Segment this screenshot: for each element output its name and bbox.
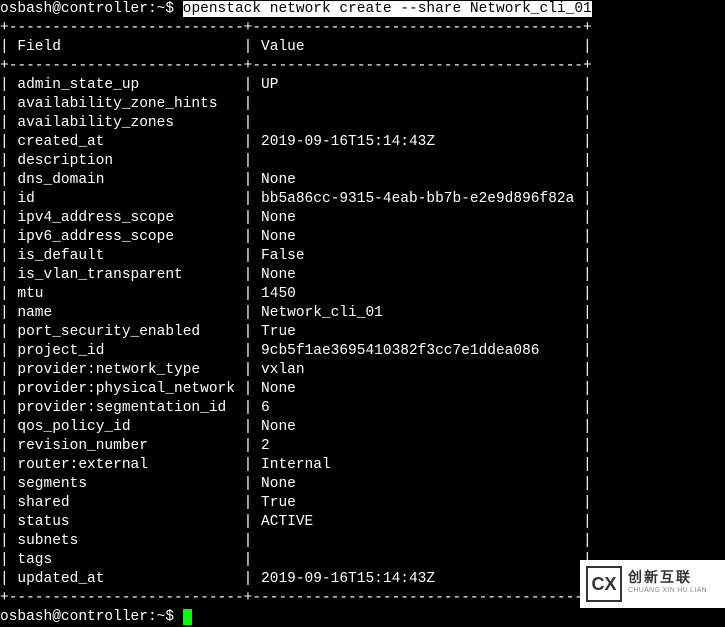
table-row: | id | bb5a86cc-9315-4eab-bb7b-e2e9d896f… xyxy=(0,190,725,209)
table-row: | ipv6_address_scope | None | xyxy=(0,228,725,247)
table-row: | availability_zone_hints | | xyxy=(0,95,725,114)
table-row: | provider:network_type | vxlan | xyxy=(0,361,725,380)
command-line-2[interactable]: osbash@controller:~$ xyxy=(0,608,725,627)
command-line-1: osbash@controller:~$ openstack network c… xyxy=(0,0,725,19)
table-row: | revision_number | 2 | xyxy=(0,437,725,456)
table-row: | created_at | 2019-09-16T15:14:43Z | xyxy=(0,133,725,152)
cursor xyxy=(183,609,192,625)
table-body: | admin_state_up | UP || availability_zo… xyxy=(0,76,725,589)
table-row: | dns_domain | None | xyxy=(0,171,725,190)
command-text: openstack network create --share Network… xyxy=(183,1,592,17)
watermark-text: 创新互联 CHUANG XIN HU LIAN xyxy=(628,571,707,597)
watermark: CX 创新互联 CHUANG XIN HU LIAN xyxy=(580,560,725,608)
table-row: | ipv4_address_scope | None | xyxy=(0,209,725,228)
table-border-mid: +---------------------------+-----------… xyxy=(0,57,725,76)
table-row: | is_vlan_transparent | None | xyxy=(0,266,725,285)
table-row: | provider:segmentation_id | 6 | xyxy=(0,399,725,418)
watermark-main-text: 创新互联 xyxy=(628,571,707,584)
table-row: | segments | None | xyxy=(0,475,725,494)
watermark-logo-icon: CX xyxy=(586,566,622,602)
table-row: | mtu | 1450 | xyxy=(0,285,725,304)
watermark-sub-text: CHUANG XIN HU LIAN xyxy=(628,584,707,597)
table-row: | shared | True | xyxy=(0,494,725,513)
prompt-user: osbash@controller:~$ xyxy=(0,1,174,17)
table-row: | admin_state_up | UP | xyxy=(0,76,725,95)
table-row: | router:external | Internal | xyxy=(0,456,725,475)
terminal-window[interactable]: osbash@controller:~$ openstack network c… xyxy=(0,0,725,627)
table-row: | name | Network_cli_01 | xyxy=(0,304,725,323)
table-row: | availability_zones | | xyxy=(0,114,725,133)
table-row: | status | ACTIVE | xyxy=(0,513,725,532)
table-row: | port_security_enabled | True | xyxy=(0,323,725,342)
table-header-row: | Field | Value | xyxy=(0,38,725,57)
table-row: | subnets | | xyxy=(0,532,725,551)
table-row: | project_id | 9cb5f1ae3695410382f3cc7e1… xyxy=(0,342,725,361)
table-border-top: +---------------------------+-----------… xyxy=(0,19,725,38)
table-row: | provider:physical_network | None | xyxy=(0,380,725,399)
table-row: | qos_policy_id | None | xyxy=(0,418,725,437)
table-row: | description | | xyxy=(0,152,725,171)
prompt-user: osbash@controller:~$ xyxy=(0,609,174,625)
table-row: | is_default | False | xyxy=(0,247,725,266)
